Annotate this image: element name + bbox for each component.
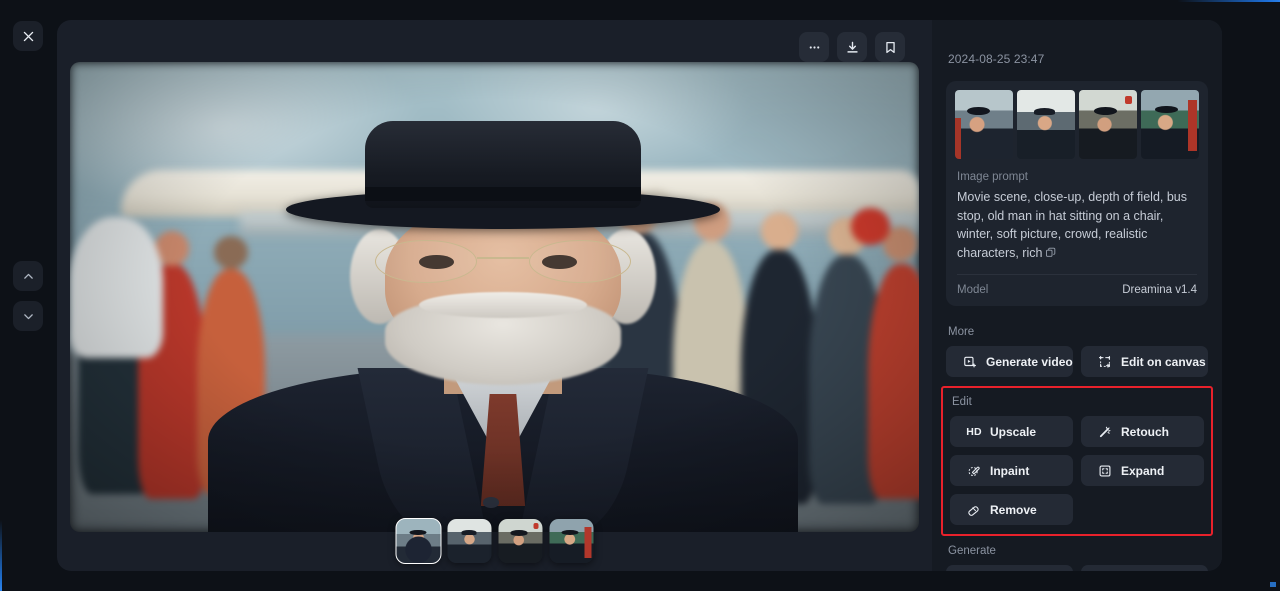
hd-icon: HD: [966, 425, 982, 438]
section-title-edit: Edit: [952, 396, 972, 408]
thumbnail-strip: [395, 518, 593, 564]
bookmark-button[interactable]: [875, 32, 905, 62]
inpaint-label: Inpaint: [990, 463, 1030, 478]
section-edit: Edit HD Upscale Retouch Inpaint Expand R…: [941, 386, 1213, 536]
chevron-up-icon: [23, 273, 33, 279]
prompt-text: Movie scene, close-up, depth of field, b…: [957, 188, 1197, 263]
download-button[interactable]: [837, 32, 867, 62]
reference-thumbnail-2[interactable]: [1017, 90, 1075, 159]
inpaint-button[interactable]: Inpaint: [950, 455, 1073, 486]
section-title-more: More: [948, 326, 975, 338]
brush-circle-icon: [967, 464, 981, 478]
thumbnail-2[interactable]: [447, 519, 491, 563]
reference-thumbnail-4[interactable]: [1141, 90, 1199, 159]
main-image[interactable]: [70, 62, 919, 532]
window-corner-accent: [1270, 582, 1276, 587]
left-rail: [0, 0, 57, 591]
close-button[interactable]: [13, 21, 43, 51]
retouch-button[interactable]: Retouch: [1081, 416, 1204, 447]
timestamp: 2024-08-25 23:47: [948, 52, 1045, 66]
edit-on-canvas-label: Edit on canvas: [1121, 354, 1206, 369]
prompt-label: Image prompt: [957, 171, 1028, 183]
next-image-button[interactable]: [13, 301, 43, 331]
magic-wand-icon: [1098, 425, 1112, 439]
navigation-stack: [13, 261, 43, 331]
section-title-generate: Generate: [948, 545, 996, 557]
image-detail-panel: 2024-08-25 23:47 Image prompt Movie scen…: [57, 20, 1222, 571]
generate-video-button[interactable]: Generate video: [946, 346, 1073, 377]
edit-on-canvas-button[interactable]: Edit on canvas: [1081, 346, 1208, 377]
download-icon: [846, 41, 858, 53]
app-root: 2024-08-25 23:47 Image prompt Movie scen…: [0, 0, 1280, 591]
generate-video-label: Generate video: [986, 354, 1073, 369]
prompt-card: Image prompt Movie scene, close-up, dept…: [946, 81, 1208, 306]
canvas-crop-icon: [1098, 355, 1112, 369]
image-viewer: [57, 20, 932, 571]
generated-photo: [70, 62, 919, 532]
upscale-button[interactable]: HD Upscale: [950, 416, 1073, 447]
card-divider: [957, 274, 1197, 275]
retouch-label: Retouch: [1121, 424, 1169, 439]
more-options-button[interactable]: [799, 32, 829, 62]
expand-label: Expand: [1121, 463, 1165, 478]
expand-button[interactable]: Expand: [1081, 455, 1204, 486]
ellipsis-icon: [809, 45, 819, 49]
remove-button[interactable]: Remove: [950, 494, 1073, 525]
close-icon: [23, 31, 33, 41]
thumbnail-3[interactable]: [498, 519, 542, 563]
thumbnail-1[interactable]: [395, 518, 441, 564]
details-sidebar: 2024-08-25 23:47 Image prompt Movie scen…: [932, 20, 1222, 571]
prompt-text-value: Movie scene, close-up, depth of field, b…: [957, 190, 1187, 260]
model-label: Model: [957, 284, 989, 296]
remove-label: Remove: [990, 502, 1037, 517]
viewer-toolbar: [799, 32, 905, 62]
model-row: Model Dreamina v1.4: [957, 284, 1197, 296]
section-generate: Generate Regenerate: [946, 545, 1208, 571]
video-frame-icon: [963, 355, 977, 369]
reprompt-button[interactable]: Reprompt: [1081, 565, 1208, 571]
chevron-down-icon: [23, 313, 33, 319]
copy-icon[interactable]: [1045, 245, 1056, 264]
reference-thumbnail-1[interactable]: [955, 90, 1013, 159]
reference-thumbnails: [955, 90, 1199, 159]
section-more: More Generate video Edit on canvas: [946, 326, 1208, 377]
regenerate-button[interactable]: Regenerate: [946, 565, 1073, 571]
model-value: Dreamina v1.4: [1122, 284, 1197, 296]
window-top-accent: [0, 0, 1280, 2]
bookmark-icon: [885, 41, 895, 53]
upscale-label: Upscale: [990, 424, 1037, 439]
expand-frame-icon: [1098, 464, 1112, 478]
thumbnail-4[interactable]: [549, 519, 593, 563]
eraser-icon: [967, 503, 981, 517]
previous-image-button[interactable]: [13, 261, 43, 291]
reference-thumbnail-3[interactable]: [1079, 90, 1137, 159]
